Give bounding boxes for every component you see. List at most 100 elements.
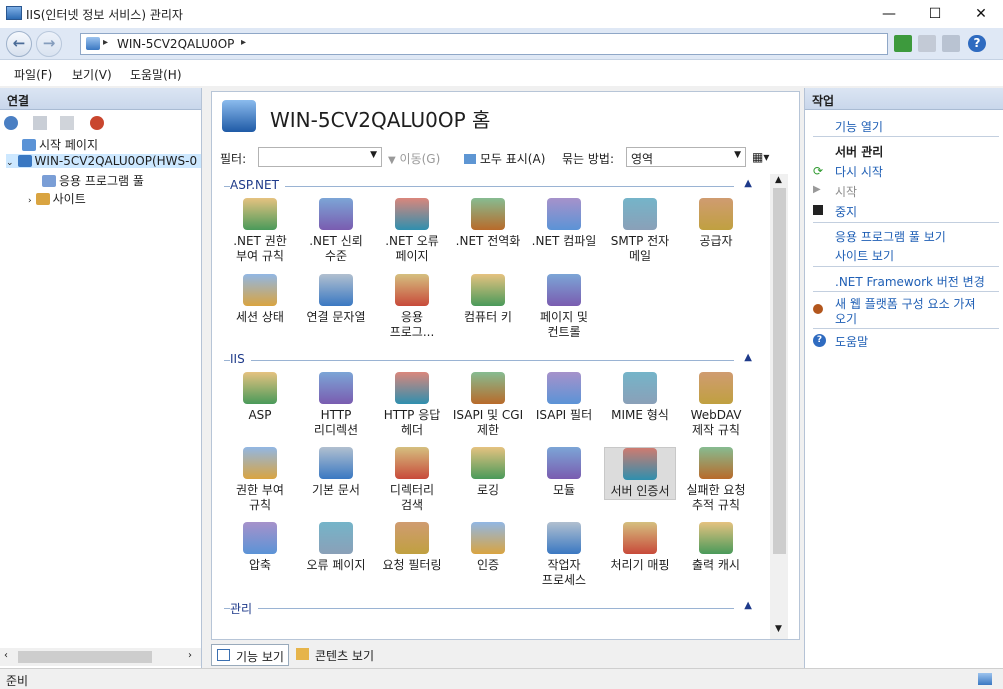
action-restart[interactable]: 다시 시작	[835, 163, 883, 180]
feature-item[interactable]: 압축	[224, 522, 296, 573]
feature-item[interactable]: WebDAV 제작 규칙	[680, 372, 752, 438]
scrollbar-thumb[interactable]	[773, 188, 786, 554]
feature-label-line2: 추적 규칙	[692, 498, 740, 512]
feature-item[interactable]: 권한 부여 규칙	[224, 447, 296, 513]
feature-item[interactable]: 세션 상태	[224, 274, 296, 325]
restart-icon: ⟳	[813, 164, 824, 178]
feature-item[interactable]: HTTP 리디렉션	[300, 372, 372, 438]
action-start[interactable]: 시작	[835, 183, 857, 200]
feature-item[interactable]: .NET 신뢰 수준	[300, 198, 372, 264]
home-icon[interactable]	[942, 35, 960, 52]
feature-item[interactable]: HTTP 응답 헤더	[376, 372, 448, 438]
mail-icon[interactable]	[918, 35, 936, 52]
address-box[interactable]: ▸ WIN-5CV2QALU0OP ▸	[80, 33, 888, 55]
feature-item[interactable]: SMTP 전자 메일	[604, 198, 676, 264]
section-management-title: 관리	[230, 600, 259, 617]
window-title: IIS(인터넷 정보 서비스) 관리자	[26, 8, 183, 22]
view-mode-icon[interactable]: ▦▾	[752, 150, 769, 164]
expand-chevron-icon[interactable]: ⌄	[6, 158, 14, 168]
group-by-select[interactable]: 영역 ▼	[626, 147, 746, 167]
tree-server[interactable]: ⌄ WIN-5CV2QALU0OP(HWS-0	[6, 154, 201, 168]
feature-item[interactable]: 컴퓨터 키	[452, 274, 524, 325]
tree-start-page[interactable]: 시작 페이지	[22, 136, 98, 153]
server-icon	[17, 155, 32, 167]
feature-item[interactable]: .NET 전역화	[452, 198, 524, 249]
collapse-icon[interactable]: ▲	[744, 352, 752, 363]
menu-view[interactable]: 보기(V)	[72, 66, 112, 83]
feature-icon	[699, 198, 733, 230]
delete-connection-icon[interactable]	[90, 116, 104, 130]
section-aspnet[interactable]: ASP.NET ▲	[224, 178, 754, 194]
feature-item[interactable]: 서버 인증서	[604, 447, 676, 500]
section-iis[interactable]: IIS ▲	[224, 352, 754, 368]
feature-item[interactable]: MIME 형식	[604, 372, 676, 423]
feature-item[interactable]: 연결 문자열	[300, 274, 372, 325]
feature-label: SMTP 전자	[610, 234, 670, 248]
save-icon[interactable]	[33, 116, 47, 130]
feature-item[interactable]: 처리기 매핑	[604, 522, 676, 573]
actions-header: 작업	[805, 88, 1003, 110]
action-help[interactable]: 도움말	[835, 333, 868, 350]
horizontal-scrollbar[interactable]: ‹ ›	[0, 648, 201, 666]
connect-icon[interactable]	[4, 116, 18, 130]
collapse-chevron-icon[interactable]: ›	[28, 196, 32, 206]
back-button[interactable]: ←	[6, 31, 32, 57]
tree-app-pools[interactable]: 응용 프로그램 풀	[42, 172, 144, 189]
feature-item[interactable]: ASP	[224, 372, 296, 423]
collapse-icon[interactable]: ▲	[744, 600, 752, 611]
feature-item[interactable]: 로깅	[452, 447, 524, 498]
section-management[interactable]: 관리 ▲	[224, 600, 754, 617]
action-get-components-line2[interactable]: 오기	[835, 310, 857, 327]
help-icon[interactable]: ?	[968, 35, 986, 52]
menu-help[interactable]: 도움말(H)	[130, 66, 182, 83]
feature-item[interactable]: 공급자	[680, 198, 752, 249]
tab-features-view[interactable]: 기능 보기	[211, 644, 289, 666]
action-open-feature[interactable]: 기능 열기	[835, 118, 883, 135]
feature-label: 디렉터리	[389, 483, 435, 497]
feature-item[interactable]: 디렉터리 검색	[376, 447, 448, 513]
feature-label: ISAPI 필터	[535, 408, 593, 422]
feature-item[interactable]: ISAPI 및 CGI 제한	[452, 372, 524, 438]
feature-item[interactable]: 요청 필터링	[376, 522, 448, 573]
show-all-button[interactable]: 모두 표시(A)	[464, 150, 545, 167]
feature-item[interactable]: 작업자 프로세스	[528, 522, 600, 588]
feature-item[interactable]: 응용 프로그...	[376, 274, 448, 340]
feature-item[interactable]: .NET 권한 부여 규칙	[224, 198, 296, 264]
feature-item[interactable]: 오류 페이지	[300, 522, 372, 573]
breadcrumb-chevron[interactable]: ▸	[241, 37, 246, 48]
tab-content-view[interactable]: 콘텐츠 보기	[291, 644, 378, 666]
filter-input[interactable]: ▼	[258, 147, 382, 167]
stop-icon	[813, 205, 823, 215]
feature-item[interactable]: .NET 오류 페이지	[376, 198, 448, 264]
action-view-sites[interactable]: 사이트 보기	[835, 247, 894, 264]
action-change-net-version[interactable]: .NET Framework 버전 변경	[835, 273, 985, 290]
feature-item[interactable]: 실패한 요청 추적 규칙	[680, 447, 752, 513]
forward-button[interactable]: →	[36, 31, 62, 57]
feature-item[interactable]: 인증	[452, 522, 524, 573]
up-icon[interactable]	[60, 116, 74, 130]
action-view-app-pools[interactable]: 응용 프로그램 풀 보기	[835, 228, 946, 245]
feature-item[interactable]: 출력 캐시	[680, 522, 752, 573]
feature-icon	[319, 372, 353, 404]
feature-item[interactable]: 페이지 및 컨트롤	[528, 274, 600, 340]
vertical-scrollbar[interactable]: ▲ ▼	[770, 174, 788, 639]
feature-item[interactable]: ISAPI 필터	[528, 372, 600, 423]
minimize-button[interactable]: —	[866, 0, 912, 28]
action-stop[interactable]: 중지	[835, 203, 857, 220]
feature-icon	[623, 522, 657, 554]
connect-icon[interactable]	[894, 35, 912, 52]
feature-item[interactable]: 기본 문서	[300, 447, 372, 498]
feature-label: .NET 전역화	[455, 234, 521, 248]
collapse-icon[interactable]: ▲	[744, 178, 752, 189]
feature-item[interactable]: 모듈	[528, 447, 600, 498]
breadcrumb-server[interactable]: WIN-5CV2QALU0OP	[117, 37, 234, 51]
feature-item[interactable]: .NET 컴파일	[528, 198, 600, 249]
tree-sites[interactable]: › 사이트	[28, 190, 86, 207]
status-bar: 준비	[0, 668, 1003, 689]
feature-label: 인증	[476, 558, 500, 572]
maximize-button[interactable]: ☐	[912, 0, 958, 28]
go-button[interactable]: ▼ 이동(G)	[388, 150, 440, 167]
feature-label-line2: 페이지	[395, 249, 429, 263]
menu-file[interactable]: 파일(F)	[14, 66, 52, 83]
close-button[interactable]: ✕	[958, 0, 1003, 28]
